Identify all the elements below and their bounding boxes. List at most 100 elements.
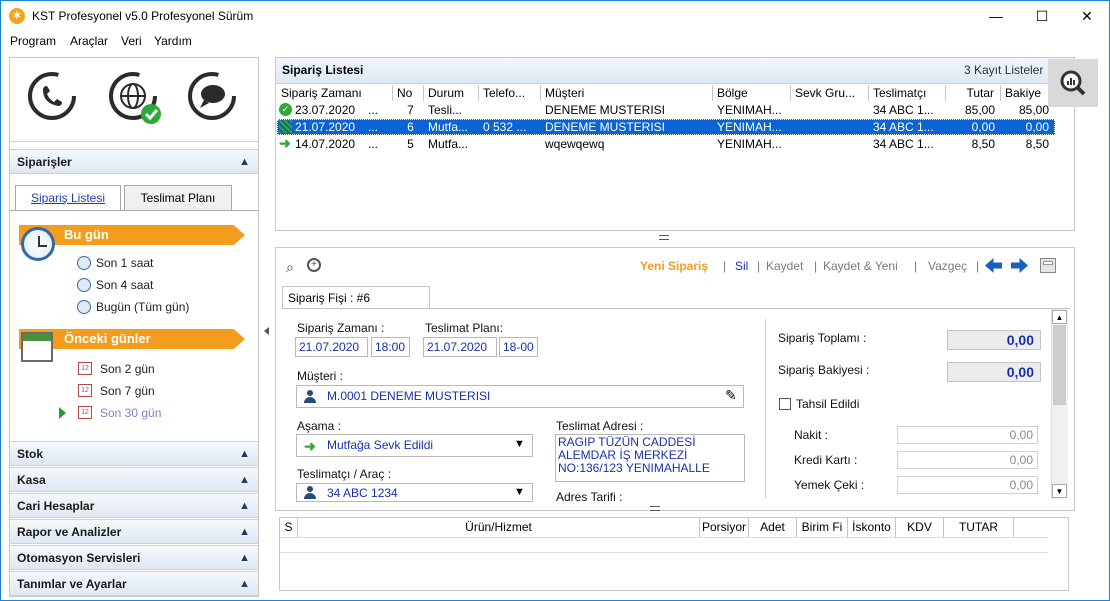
filter-son-4-saat[interactable]: Son 4 saat: [96, 278, 153, 292]
col-sevk-grubu[interactable]: Sevk Gru...: [791, 85, 869, 101]
col-tutar[interactable]: Tutar: [946, 85, 1001, 101]
edit-pencil-icon[interactable]: ✎: [725, 387, 737, 404]
section-otomasyon[interactable]: Otomasyon Servisleri ▲: [10, 545, 258, 570]
col-durum[interactable]: Durum: [424, 85, 479, 101]
customer-field[interactable]: M.0001 DENEME MUSTERISI: [296, 385, 744, 408]
delete-button[interactable]: Sil: [735, 259, 748, 273]
order-date-field[interactable]: 21.07.2020: [295, 337, 368, 357]
scroll-up-icon[interactable]: ▲: [1052, 310, 1067, 324]
horizontal-splitter[interactable]: [659, 235, 669, 240]
credit-card-field[interactable]: 0,00: [897, 451, 1038, 469]
col-musteri[interactable]: Müşteri: [541, 85, 713, 101]
order-time-field[interactable]: 18:00: [371, 337, 410, 357]
tab-siparis-fisi[interactable]: Sipariş Fişi : #6: [282, 286, 430, 309]
col-urun-hizmet[interactable]: Ürün/Hizmet: [298, 518, 700, 537]
stage-select[interactable]: Mutfağa Sevk Edildi: [296, 434, 533, 457]
col-no[interactable]: No: [393, 85, 424, 101]
filter-son-1-saat[interactable]: Son 1 saat: [96, 256, 153, 270]
siparis-zamani-label: Sipariş Zamanı :: [297, 321, 385, 335]
cash-field[interactable]: 0,00: [897, 426, 1038, 444]
zoom-in-icon[interactable]: +: [307, 258, 321, 272]
filter-son-2-gun[interactable]: Son 2 gün: [100, 362, 155, 376]
address-line: NO:136/123 YENIMAHALLE: [558, 461, 710, 475]
new-order-button[interactable]: Yeni Sipariş: [640, 259, 708, 273]
delivery-address-field[interactable]: RAGIP TÜZÜN CADDESİ ALEMDAR İŞ MERKEZİ N…: [555, 434, 745, 482]
section-kasa[interactable]: Kasa ▲: [10, 467, 258, 492]
cell-durum: Tesli...: [428, 103, 463, 117]
nakit-label: Nakit :: [794, 428, 829, 442]
col-kdv[interactable]: KDV: [896, 518, 944, 537]
printer-icon[interactable]: [1040, 258, 1056, 273]
cell-durum: Mutfa...: [428, 120, 469, 134]
meal-voucher-field[interactable]: 0,00: [897, 476, 1038, 494]
phone-call-icon[interactable]: [26, 70, 78, 122]
order-balance-value: 0,00: [947, 362, 1041, 382]
minimize-button[interactable]: —: [973, 1, 1019, 31]
section-rapor[interactable]: Rapor ve Analizler ▲: [10, 519, 258, 544]
forward-arrow-icon: ➜: [304, 438, 316, 454]
chevron-down-icon[interactable]: ▼: [514, 486, 525, 498]
search-icon[interactable]: ⌕: [286, 259, 294, 276]
cell-bolge: YENIMAH...: [717, 103, 782, 117]
section-cari-hesaplar[interactable]: Cari Hesaplar ▲: [10, 493, 258, 518]
tahsil-edildi-checkbox[interactable]: [779, 398, 791, 410]
chevron-down-icon[interactable]: ▼: [514, 438, 525, 450]
chat-message-icon[interactable]: [186, 70, 238, 122]
cell-teslimatci: 34 ABC 1...: [873, 137, 934, 151]
filter-son-30-gun[interactable]: Son 30 gün: [100, 406, 161, 420]
col-tutar[interactable]: TUTAR: [944, 518, 1014, 537]
section-tanimlar[interactable]: Tanımlar ve Ayarlar ▲: [10, 571, 258, 596]
section-stok[interactable]: Stok ▲: [10, 441, 258, 466]
chevron-up-icon: ▲: [239, 474, 250, 486]
cell-no: 7: [407, 103, 414, 117]
close-button[interactable]: ✕: [1064, 1, 1110, 31]
order-total-value: 0,00: [947, 330, 1041, 350]
col-telefon[interactable]: Telefo...: [479, 85, 541, 101]
calendar-icon: 12: [78, 406, 92, 419]
menu-program[interactable]: Program: [10, 34, 56, 48]
save-button[interactable]: Kaydet: [766, 259, 803, 273]
tab-siparis-listesi[interactable]: Sipariş Listesi: [15, 185, 121, 211]
horizontal-splitter[interactable]: [650, 506, 660, 511]
cell-teslimatci: 34 ABC 1...: [873, 120, 934, 134]
col-birim-fiyat[interactable]: Birim Fi: [797, 518, 848, 537]
maximize-button[interactable]: ☐: [1019, 1, 1065, 31]
chevron-up-icon: ▲: [239, 448, 250, 460]
record-count: 3 Kayıt Listeler: [964, 63, 1044, 77]
cell-musteri: DENEME MUSTERISI: [545, 120, 666, 134]
web-online-icon[interactable]: [107, 70, 167, 126]
save-and-new-button[interactable]: Kaydet & Yeni: [823, 259, 898, 273]
section-siparisler-header[interactable]: Siparişler ▲: [10, 149, 258, 174]
delivery-date-field[interactable]: 21.07.2020: [423, 337, 497, 357]
report-zoom-button[interactable]: [1048, 59, 1098, 107]
delivery-time-field[interactable]: 18-00: [499, 337, 538, 357]
menu-veri[interactable]: Veri: [121, 34, 142, 48]
col-adet[interactable]: Adet: [749, 518, 797, 537]
empty-grid-row[interactable]: [280, 537, 1048, 553]
menu-yardim[interactable]: Yardım: [154, 34, 192, 48]
cell-ellipsis: ...: [368, 120, 379, 134]
col-teslimatci[interactable]: Teslimatçı: [869, 85, 946, 101]
col-siparis-zamani[interactable]: Sipariş Zamanı: [277, 85, 393, 101]
toolbar-separator: |: [976, 259, 980, 273]
cell-zaman: 21.07.2020: [295, 120, 356, 134]
col-s[interactable]: S: [280, 518, 298, 537]
section-siparisler-label: Siparişler: [17, 155, 72, 169]
col-iskonto[interactable]: İskonto: [848, 518, 896, 537]
scroll-thumb[interactable]: [1053, 325, 1066, 405]
tab-teslimat-plani[interactable]: Teslimat Planı: [124, 185, 232, 211]
yemek-ceki-label: Yemek Çeki :: [794, 478, 865, 492]
cancel-button[interactable]: Vazgeç: [928, 259, 967, 273]
col-porsiyon[interactable]: Porsiyor: [700, 518, 749, 537]
scroll-down-icon[interactable]: ▼: [1052, 484, 1067, 498]
collapse-panel-arrow-icon[interactable]: [264, 327, 269, 335]
menu-araclar[interactable]: Araçlar: [70, 34, 108, 48]
clock-small-icon: [77, 278, 91, 292]
col-bakiye[interactable]: Bakiye: [1001, 85, 1055, 101]
courier-select[interactable]: 34 ABC 1234: [296, 483, 533, 502]
filter-bugun-tum-gun[interactable]: Bugün (Tüm gün): [96, 300, 189, 314]
calendar-icon: 12: [78, 384, 92, 397]
filter-son-7-gun[interactable]: Son 7 gün: [100, 384, 155, 398]
col-bolge[interactable]: Bölge: [713, 85, 791, 101]
cell-bakiye: 85,00: [1018, 103, 1049, 117]
